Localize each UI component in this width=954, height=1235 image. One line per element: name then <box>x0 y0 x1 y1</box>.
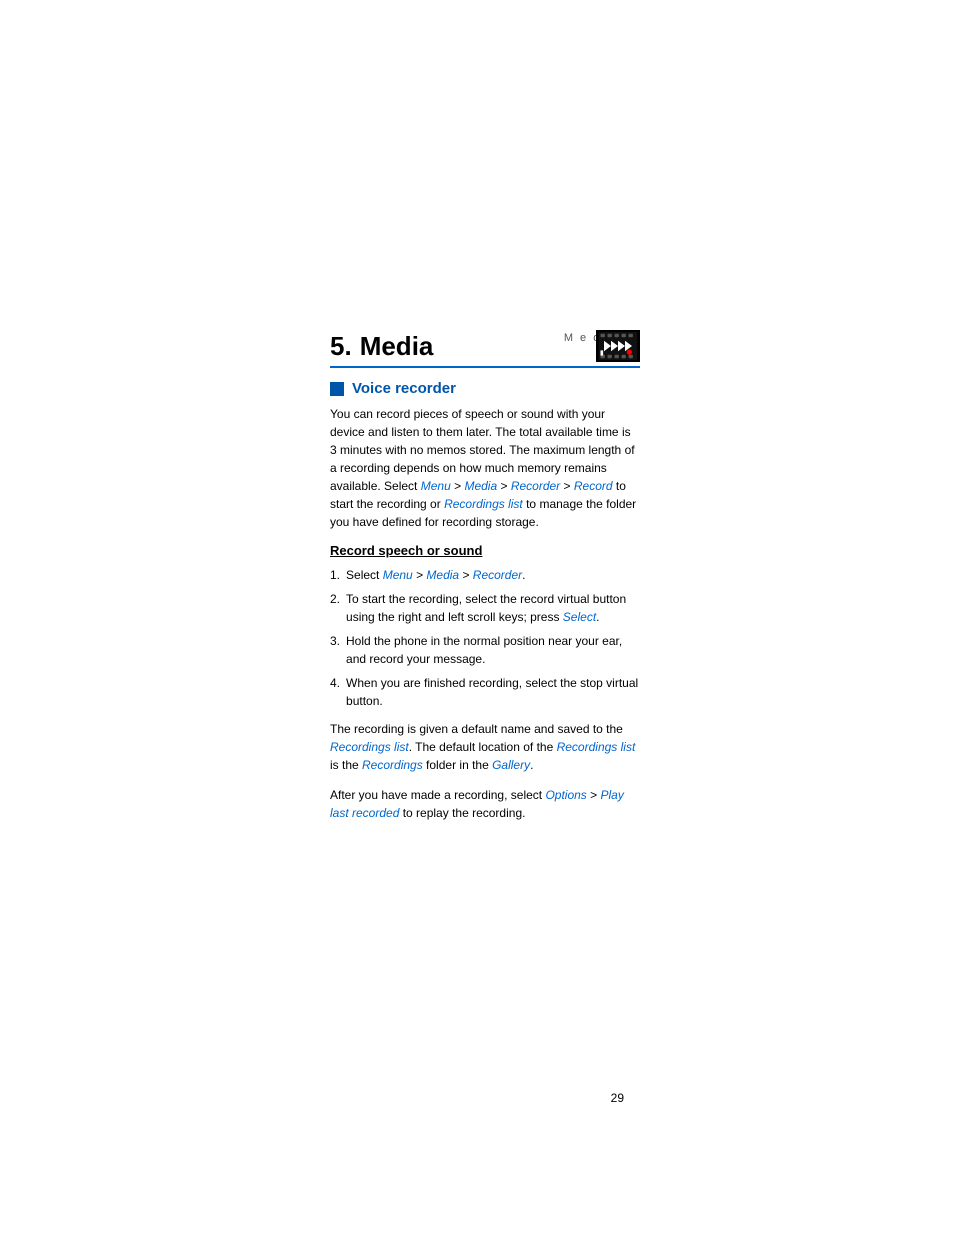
footer-link-gallery[interactable]: Gallery <box>492 758 530 772</box>
footer2-link-options[interactable]: Options <box>545 788 586 802</box>
link-recordings-list-1[interactable]: Recordings list <box>444 497 523 511</box>
sep1: > <box>451 479 465 493</box>
page-container: M e d i a 5. Media <box>0 0 954 1235</box>
footer-para-2: After you have made a recording, select … <box>330 786 640 822</box>
section-square-icon <box>330 382 344 396</box>
page-number: 29 <box>611 1091 624 1105</box>
step1-link-recorder[interactable]: Recorder <box>473 568 522 582</box>
step2-link-select[interactable]: Select <box>563 610 596 624</box>
voice-recorder-intro: You can record pieces of speech or sound… <box>330 405 640 531</box>
footer-text-4: folder in the <box>423 758 492 772</box>
footer-text-3: is the <box>330 758 362 772</box>
footer2-text-1: After you have made a recording, select <box>330 788 545 802</box>
link-menu[interactable]: Menu <box>421 479 451 493</box>
step1-link-media[interactable]: Media <box>426 568 459 582</box>
link-recorder[interactable]: Recorder <box>511 479 560 493</box>
main-content: 5. Media <box>330 330 640 834</box>
step4-text: When you are finished recording, select … <box>346 674 640 710</box>
footer-link-recordings[interactable]: Recordings <box>362 758 423 772</box>
link-record[interactable]: Record <box>574 479 613 493</box>
footer-text-2: . The default location of the <box>409 740 557 754</box>
chapter-header: 5. Media <box>330 330 640 368</box>
media-icon-svg <box>598 332 638 360</box>
sep3: > <box>560 479 574 493</box>
step1-link-menu[interactable]: Menu <box>383 568 413 582</box>
footer2-sep: > <box>587 788 601 802</box>
footer-text-5: . <box>530 758 533 772</box>
voice-recorder-title: Voice recorder <box>352 380 456 397</box>
steps-list: 1. Select Menu > Media > Recorder. 2. To… <box>330 566 640 710</box>
step-3: 3. Hold the phone in the normal position… <box>330 632 640 668</box>
footer-text-1: The recording is given a default name an… <box>330 722 623 736</box>
step1-sep1: > <box>413 568 427 582</box>
step2-suffix: . <box>596 610 599 624</box>
chapter-title: Media <box>360 331 434 362</box>
link-media[interactable]: Media <box>464 479 497 493</box>
sep2: > <box>497 479 511 493</box>
step3-text: Hold the phone in the normal position ne… <box>346 632 640 668</box>
step-4: 4. When you are finished recording, sele… <box>330 674 640 710</box>
voice-recorder-section-header: Voice recorder <box>330 380 640 397</box>
step1-suffix: . <box>522 568 525 582</box>
chapter-title-group: 5. Media <box>330 331 433 362</box>
step1-sep2: > <box>459 568 473 582</box>
chapter-icon <box>596 330 640 362</box>
chapter-number: 5. <box>330 331 352 362</box>
footer-link-recordings-list[interactable]: Recordings list <box>330 740 409 754</box>
step1-prefix: Select <box>346 568 383 582</box>
footer-link-recordings-list-2[interactable]: Recordings list <box>557 740 636 754</box>
step-2: 2. To start the recording, select the re… <box>330 590 640 626</box>
record-speech-title: Record speech or sound <box>330 543 640 558</box>
step-1: 1. Select Menu > Media > Recorder. <box>330 566 640 584</box>
footer2-text-2: to replay the recording. <box>399 806 525 820</box>
footer-para-1: The recording is given a default name an… <box>330 720 640 774</box>
